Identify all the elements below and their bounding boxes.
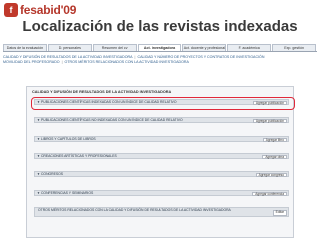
tab-formacion-academica[interactable]: F. académica	[227, 44, 272, 51]
expand-arrow-icon: ▼	[37, 154, 40, 158]
highlight-frame	[31, 97, 295, 110]
section-subnav: CALIDAD Y DIFUSIÓN DE RESULTADOS DE LA A…	[3, 55, 317, 65]
edit-button[interactable]: Editar	[272, 210, 287, 216]
section-row-label: ▼CONFERENCIAS Y SEMINARIOS	[37, 191, 94, 195]
section-row-label: ▼CONGRESOS	[37, 172, 64, 176]
logo-text: fesabid'09	[20, 3, 77, 17]
tab-actividad-investigadora[interactable]: Act. investigadora	[137, 44, 182, 51]
add-work-button[interactable]: Agregar obra	[262, 154, 287, 159]
expand-arrow-icon: ▼	[37, 137, 40, 141]
subnav-link-calidad-difusion[interactable]: CALIDAD Y DIFUSIÓN DE RESULTADOS DE LA A…	[3, 55, 133, 59]
expand-arrow-icon: ▼	[37, 191, 40, 195]
logo-mark-icon: f	[4, 3, 18, 17]
subnav-separator: |	[61, 60, 63, 64]
section-row-label: ▼LIBROS Y CAPÍTULOS DE LIBROS	[37, 137, 96, 141]
section-row-label: ▼CREACIONES ARTÍSTICAS Y PROFESIONALES	[37, 154, 117, 158]
subnav-link-proyectos[interactable]: CALIDAD Y NÚMERO DE PROYECTOS Y CONTRATO…	[137, 55, 264, 59]
add-book-button[interactable]: Agregar libro	[262, 137, 287, 142]
add-congress-button[interactable]: Agregar congreso	[255, 172, 287, 177]
section-row-artistic-creations[interactable]: ▼CREACIONES ARTÍSTICAS Y PROFESIONALES A…	[34, 153, 289, 159]
section-row-non-indexed-publications[interactable]: ▼PUBLICACIONES CIENTÍFICAS NO INDEXADAS …	[34, 117, 289, 123]
add-publication-button[interactable]: Agregar publicación	[252, 118, 287, 123]
tab-datos-personales[interactable]: D. personales	[47, 44, 92, 51]
panel-header: CALIDAD Y DIFUSIÓN DE RESULTADOS DE LA A…	[32, 90, 172, 94]
tab-experiencia-gestion[interactable]: Exp. gestión	[272, 44, 317, 51]
subnav-link-otros-meritos[interactable]: OTROS MÉRITOS RELACIONADOS CON LA ACTIVI…	[65, 60, 189, 64]
section-row-other-merits[interactable]: OTROS MÉRITOS RELACIONADOS CON LA CALIDA…	[34, 207, 289, 217]
subnav-link-movilidad[interactable]: MOVILIDAD DEL PROFESORADO	[3, 60, 60, 64]
section-row-label: ▼PUBLICACIONES CIENTÍFICAS NO INDEXADAS …	[37, 118, 183, 122]
expand-arrow-icon: ▼	[37, 172, 40, 176]
section-row-label: OTROS MÉRITOS RELACIONADOS CON LA CALIDA…	[38, 208, 231, 212]
slide-title: Localización de las revistas indexadas	[22, 18, 298, 35]
tab-bar: Datos de la evaluación D. personales Res…	[3, 44, 317, 52]
section-row-conferences[interactable]: ▼CONFERENCIAS Y SEMINARIOS Agregar confe…	[34, 190, 289, 196]
subnav-separator: |	[134, 55, 136, 59]
section-row-congresses[interactable]: ▼CONGRESOS Agregar congreso	[34, 171, 289, 177]
brand-logo: f fesabid'09	[4, 3, 76, 17]
tab-actividad-docente[interactable]: Act. docente y profesional	[182, 44, 227, 51]
section-row-books[interactable]: ▼LIBROS Y CAPÍTULOS DE LIBROS Agregar li…	[34, 136, 289, 142]
tab-datos-evaluacion[interactable]: Datos de la evaluación	[3, 44, 47, 51]
expand-arrow-icon: ▼	[37, 118, 40, 122]
tab-resumen-cv[interactable]: Resumen del cv	[92, 44, 137, 51]
add-conference-button[interactable]: Agregar conferencia	[252, 191, 287, 196]
